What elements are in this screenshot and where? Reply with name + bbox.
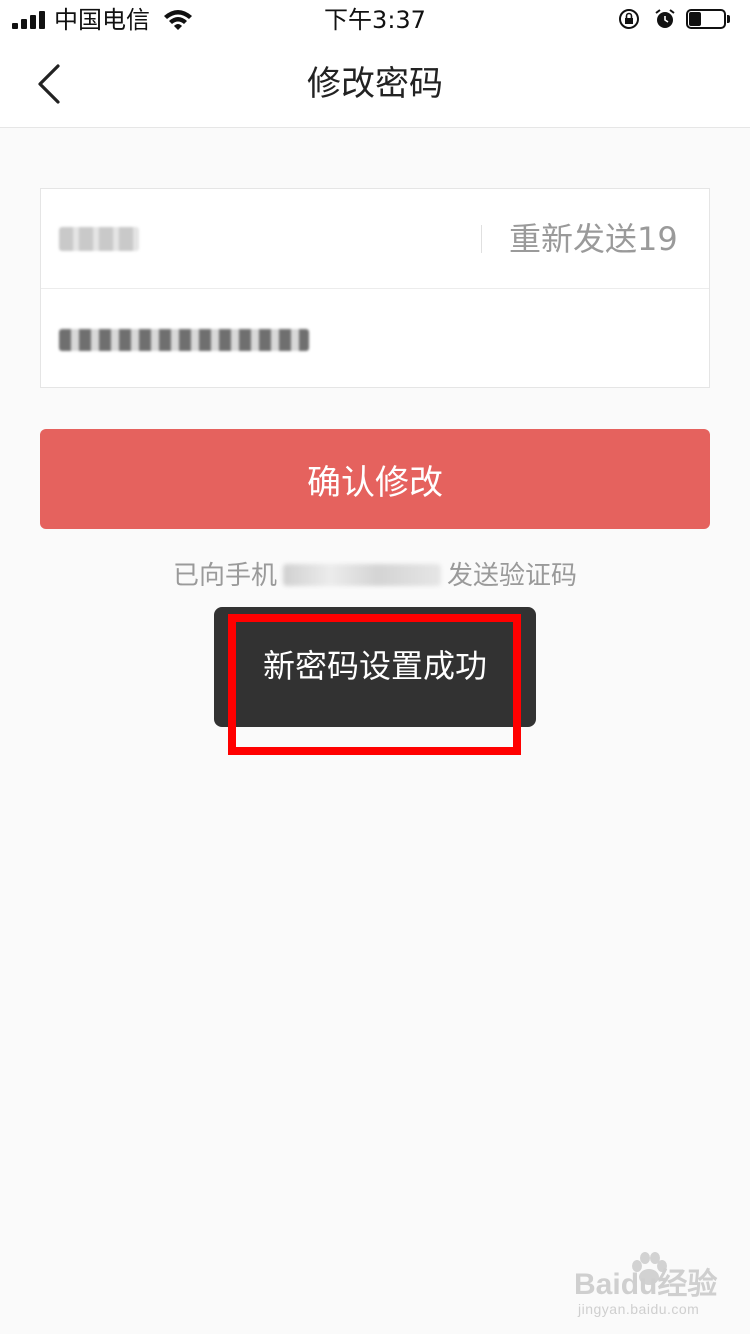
form-card: 重新发送19 — [40, 188, 710, 388]
status-bar: 中国电信 下午3:37 — [0, 0, 750, 40]
verification-code-row: 重新发送19 — [41, 189, 709, 288]
success-toast: 新密码设置成功 — [214, 607, 536, 727]
screen: 中国电信 下午3:37 修改密码 重新发送19 确认修改 已向手机 发送验证码 … — [0, 0, 750, 1334]
resend-code-button[interactable]: 重新发送19 — [509, 217, 678, 261]
baidu-jingyan-watermark: Baidu经验 jingyan.baidu.com — [574, 1252, 734, 1322]
battery-icon — [686, 9, 730, 31]
watermark-url: jingyan.baidu.com — [578, 1301, 700, 1317]
hint-suffix: 发送验证码 — [447, 561, 578, 591]
toast-message: 新密码设置成功 — [262, 647, 487, 685]
alarm-icon — [655, 9, 675, 28]
verification-code-input[interactable] — [59, 227, 139, 251]
rotation-lock-icon — [619, 9, 639, 29]
page-title: 修改密码 — [307, 64, 443, 104]
sms-sent-hint: 已向手机 发送验证码 — [0, 558, 750, 594]
watermark-brand: Baidu经验 — [574, 1268, 718, 1301]
hint-prefix: 已向手机 — [172, 561, 277, 591]
confirm-change-button[interactable]: 确认修改 — [40, 429, 710, 529]
navigation-bar: 修改密码 — [0, 40, 750, 128]
row-divider — [481, 225, 482, 253]
masked-phone-number — [283, 564, 441, 586]
new-password-row — [41, 288, 709, 388]
new-password-input[interactable] — [59, 329, 309, 351]
